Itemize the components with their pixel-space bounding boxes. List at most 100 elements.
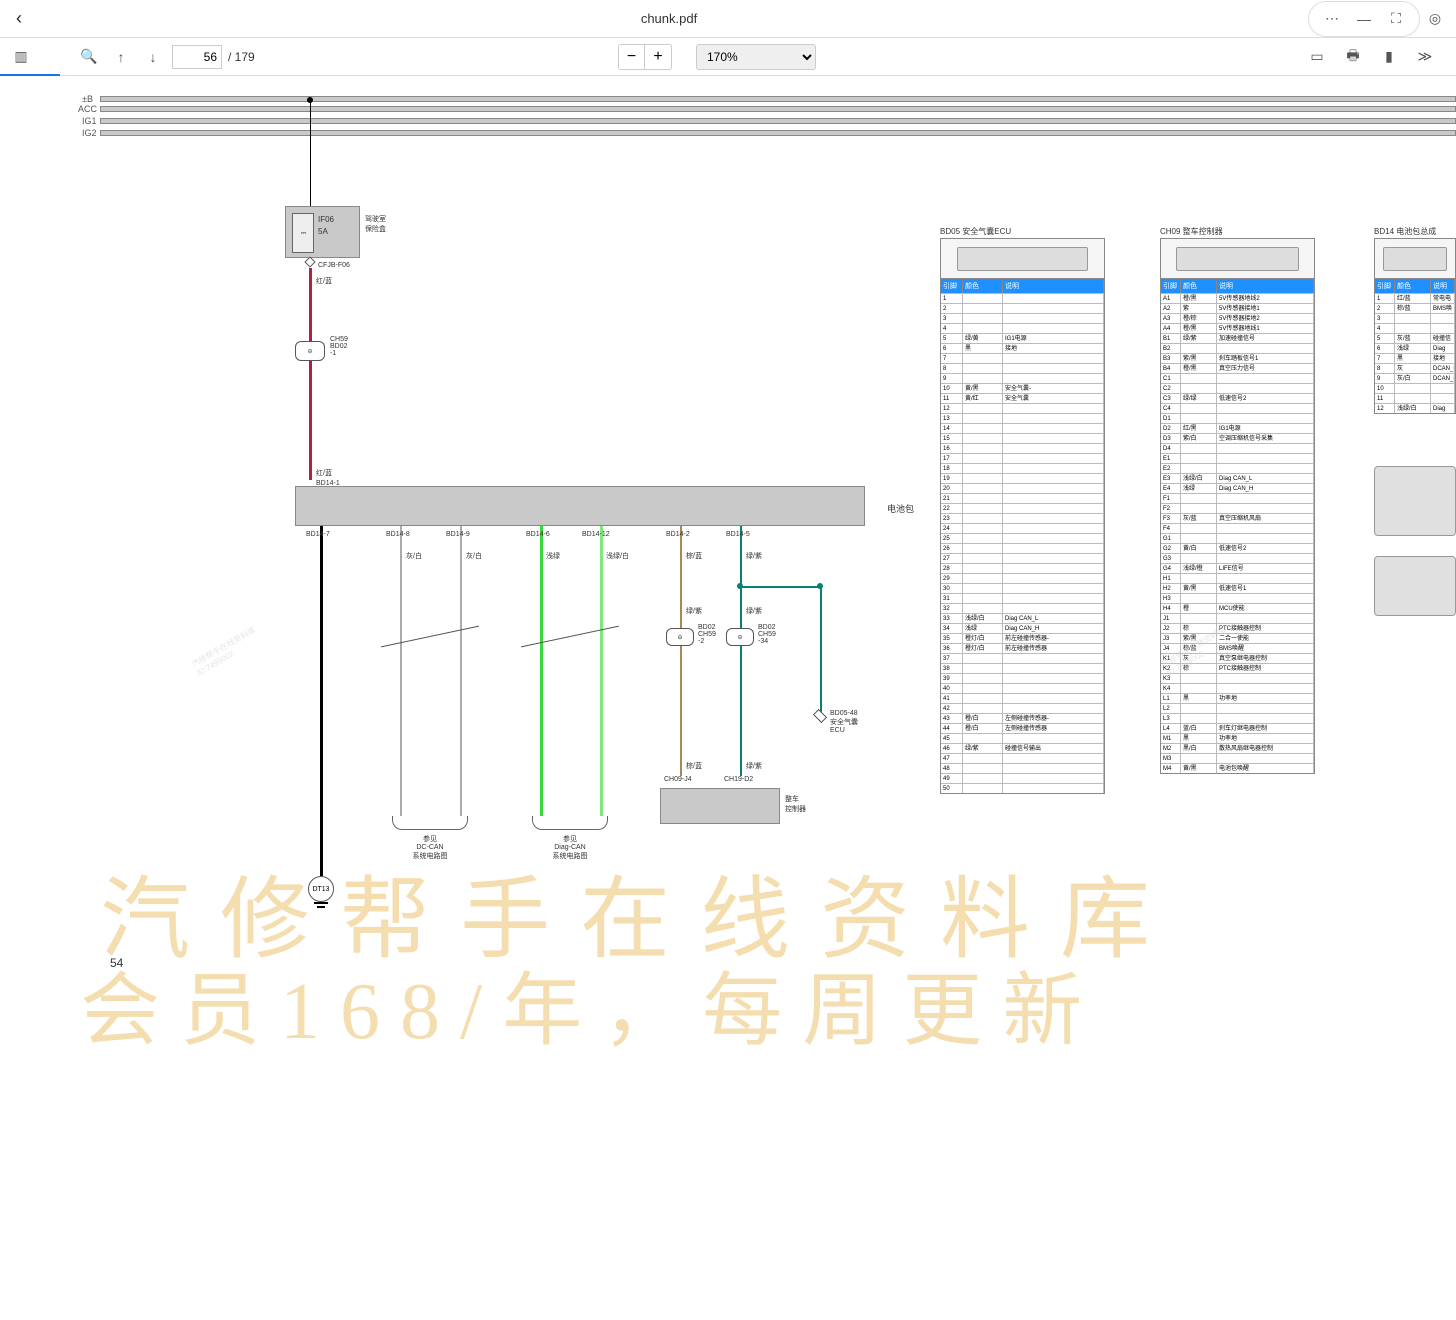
connector-label: CH59 BD02 -1 <box>330 336 348 357</box>
table-row: 2 <box>941 303 1104 313</box>
battery-label: 电池包 <box>887 502 914 515</box>
prev-page-icon[interactable]: ↑ <box>108 44 134 70</box>
wire <box>310 100 311 206</box>
fuse-pin: CFJB-F06 <box>318 262 350 269</box>
bookmark-icon[interactable]: ▮ <box>1376 44 1402 70</box>
target-icon[interactable]: ◎ <box>1422 6 1448 32</box>
wire <box>680 526 682 776</box>
shield-slash-icon <box>381 626 479 648</box>
wire <box>460 526 462 816</box>
table-row: 5灰/蓝碰撞信号 <box>1375 333 1455 343</box>
bus-label: ±B <box>82 94 93 104</box>
zoom-out-button[interactable]: − <box>619 45 645 69</box>
pdf-viewport[interactable]: ±B ACC IG1 IG2 ⎓ IF06 5A 驾驶室 保险盒 CFJB-F0… <box>0 76 1456 1320</box>
wire-color-label: 灰/白 <box>406 551 422 561</box>
table-row: E2 <box>1161 463 1314 473</box>
table-row: H4橙MCU使能 <box>1161 603 1314 613</box>
table-row: 8灰DCAN_H <box>1375 363 1455 373</box>
zoom-select[interactable]: 170% <box>696 44 816 70</box>
brace-label: 参见Diag-CAN系统电路图 <box>530 834 610 861</box>
table-row: 20 <box>941 483 1104 493</box>
table-row: 25 <box>941 533 1104 543</box>
print-icon[interactable]: 🖶 <box>1340 44 1366 70</box>
wire <box>309 268 312 480</box>
wire <box>820 586 822 718</box>
search-icon[interactable]: 🔍 <box>76 44 102 70</box>
table-row: J3紫/黑二合一使能 <box>1161 633 1314 643</box>
table-row: H3 <box>1161 593 1314 603</box>
more-icon[interactable]: ⋯ <box>1319 6 1345 32</box>
table-row: 28 <box>941 563 1104 573</box>
pdf-page: ±B ACC IG1 IG2 ⎓ IF06 5A 驾驶室 保险盒 CFJB-F0… <box>0 76 1456 1320</box>
back-button[interactable]: ‹ <box>8 4 30 33</box>
table-row: C2 <box>1161 383 1314 393</box>
window-titlebar: ‹ chunk.pdf ⋯ — ⛶ ◎ <box>0 0 1456 38</box>
table-row: 10 <box>1375 383 1455 393</box>
wire <box>320 526 323 876</box>
table-row: F4 <box>1161 523 1314 533</box>
table-row: H1 <box>1161 573 1314 583</box>
table-row: L2 <box>1161 703 1314 713</box>
table-row: 47 <box>941 753 1104 763</box>
table-row: D1 <box>1161 413 1314 423</box>
table-row: A2紫5V传感器接地1 <box>1161 303 1314 313</box>
table-row: 32 <box>941 603 1104 613</box>
fullscreen-icon[interactable]: ⛶ <box>1383 6 1409 32</box>
sidebar-toggle-icon[interactable]: ▥ <box>8 44 34 70</box>
table-row: 11 <box>1375 393 1455 403</box>
wire <box>740 586 742 776</box>
wire-color-label: 红/蓝 <box>316 276 332 286</box>
table-row: 41 <box>941 693 1104 703</box>
pin-label: BD14-5 <box>726 531 750 538</box>
vcu-label: 整车 控制器 <box>785 794 806 814</box>
ecu-label: BD05-48安全气囊 ECU <box>830 710 858 734</box>
table-row: 29 <box>941 573 1104 583</box>
pin-table-bd05: 引脚颜色说明 12345绿/黄IG1电源6黑接地78910黄/黑安全气囊-11黄… <box>940 238 1105 794</box>
table-row: G3 <box>1161 553 1314 563</box>
table-row: A3橙/棕5V传感器接地2 <box>1161 313 1314 323</box>
table-title: CH09 整车控制器 <box>1160 226 1223 237</box>
table-row: M4黄/黑电池包唤醒 <box>1161 763 1314 773</box>
table-row: 44橙/白左侧碰撞传感器 <box>941 723 1104 733</box>
table-row: 6浅绿Diag CAN_H <box>1375 343 1455 353</box>
presentation-icon[interactable]: ▭ <box>1304 44 1330 70</box>
fuse-box-label: 驾驶室 保险盒 <box>365 214 386 234</box>
table-row: 2棕/蓝BMS唤醒 <box>1375 303 1455 313</box>
table-row: 33浅绿/白Diag CAN_L <box>941 613 1104 623</box>
wire-color-label: 绿/紫 <box>686 606 702 616</box>
table-row: M3 <box>1161 753 1314 763</box>
table-row: 19 <box>941 473 1104 483</box>
ground-icon: DT13 <box>308 876 334 902</box>
table-row: 42 <box>941 703 1104 713</box>
overflow-icon[interactable]: ≫ <box>1412 44 1438 70</box>
table-row: F2 <box>1161 503 1314 513</box>
table-row: J2棕PTC接触器控制 <box>1161 623 1314 633</box>
table-row: F3灰/蓝真空压缩机风扇 <box>1161 513 1314 523</box>
terminal-icon <box>304 256 315 267</box>
table-row: 1红/蓝常电电源 <box>1375 293 1455 303</box>
table-row: 7 <box>941 353 1104 363</box>
ground-symbol <box>317 906 325 908</box>
table-row: 9灰/白DCAN_L <box>1375 373 1455 383</box>
connector-image <box>1375 239 1455 279</box>
table-row: 37 <box>941 653 1104 663</box>
pin-table-ch09: 引脚颜色说明 A1橙/黑5V传感器地线2A2紫5V传感器接地1A3橙/棕5V传感… <box>1160 238 1315 774</box>
table-row: D4 <box>1161 443 1314 453</box>
page-number-input[interactable] <box>172 45 222 69</box>
minimize-icon[interactable]: — <box>1351 6 1377 32</box>
wire <box>740 586 820 588</box>
wire-color-label: 绿/紫 <box>746 551 762 561</box>
table-row: H2黄/黑低速信号1 <box>1161 583 1314 593</box>
table-row: 49 <box>941 773 1104 783</box>
table-row: 9 <box>941 373 1104 383</box>
next-page-icon[interactable]: ↓ <box>140 44 166 70</box>
table-row: A1橙/黑5V传感器地线2 <box>1161 293 1314 303</box>
table-row: C3绿/绿低速信号2 <box>1161 393 1314 403</box>
zoom-in-button[interactable]: + <box>645 45 671 69</box>
battery-pack-box: 电池包 <box>295 486 865 526</box>
watermark: 会员168/年，每周更新 <box>80 946 1102 1062</box>
wire-color-label: 绿/紫 <box>746 606 762 616</box>
connector-capsule: ⊖ <box>726 628 754 646</box>
table-row: 30 <box>941 583 1104 593</box>
watermark-small: 汽修帮手在线资料库ID:7495002 <box>190 624 262 677</box>
